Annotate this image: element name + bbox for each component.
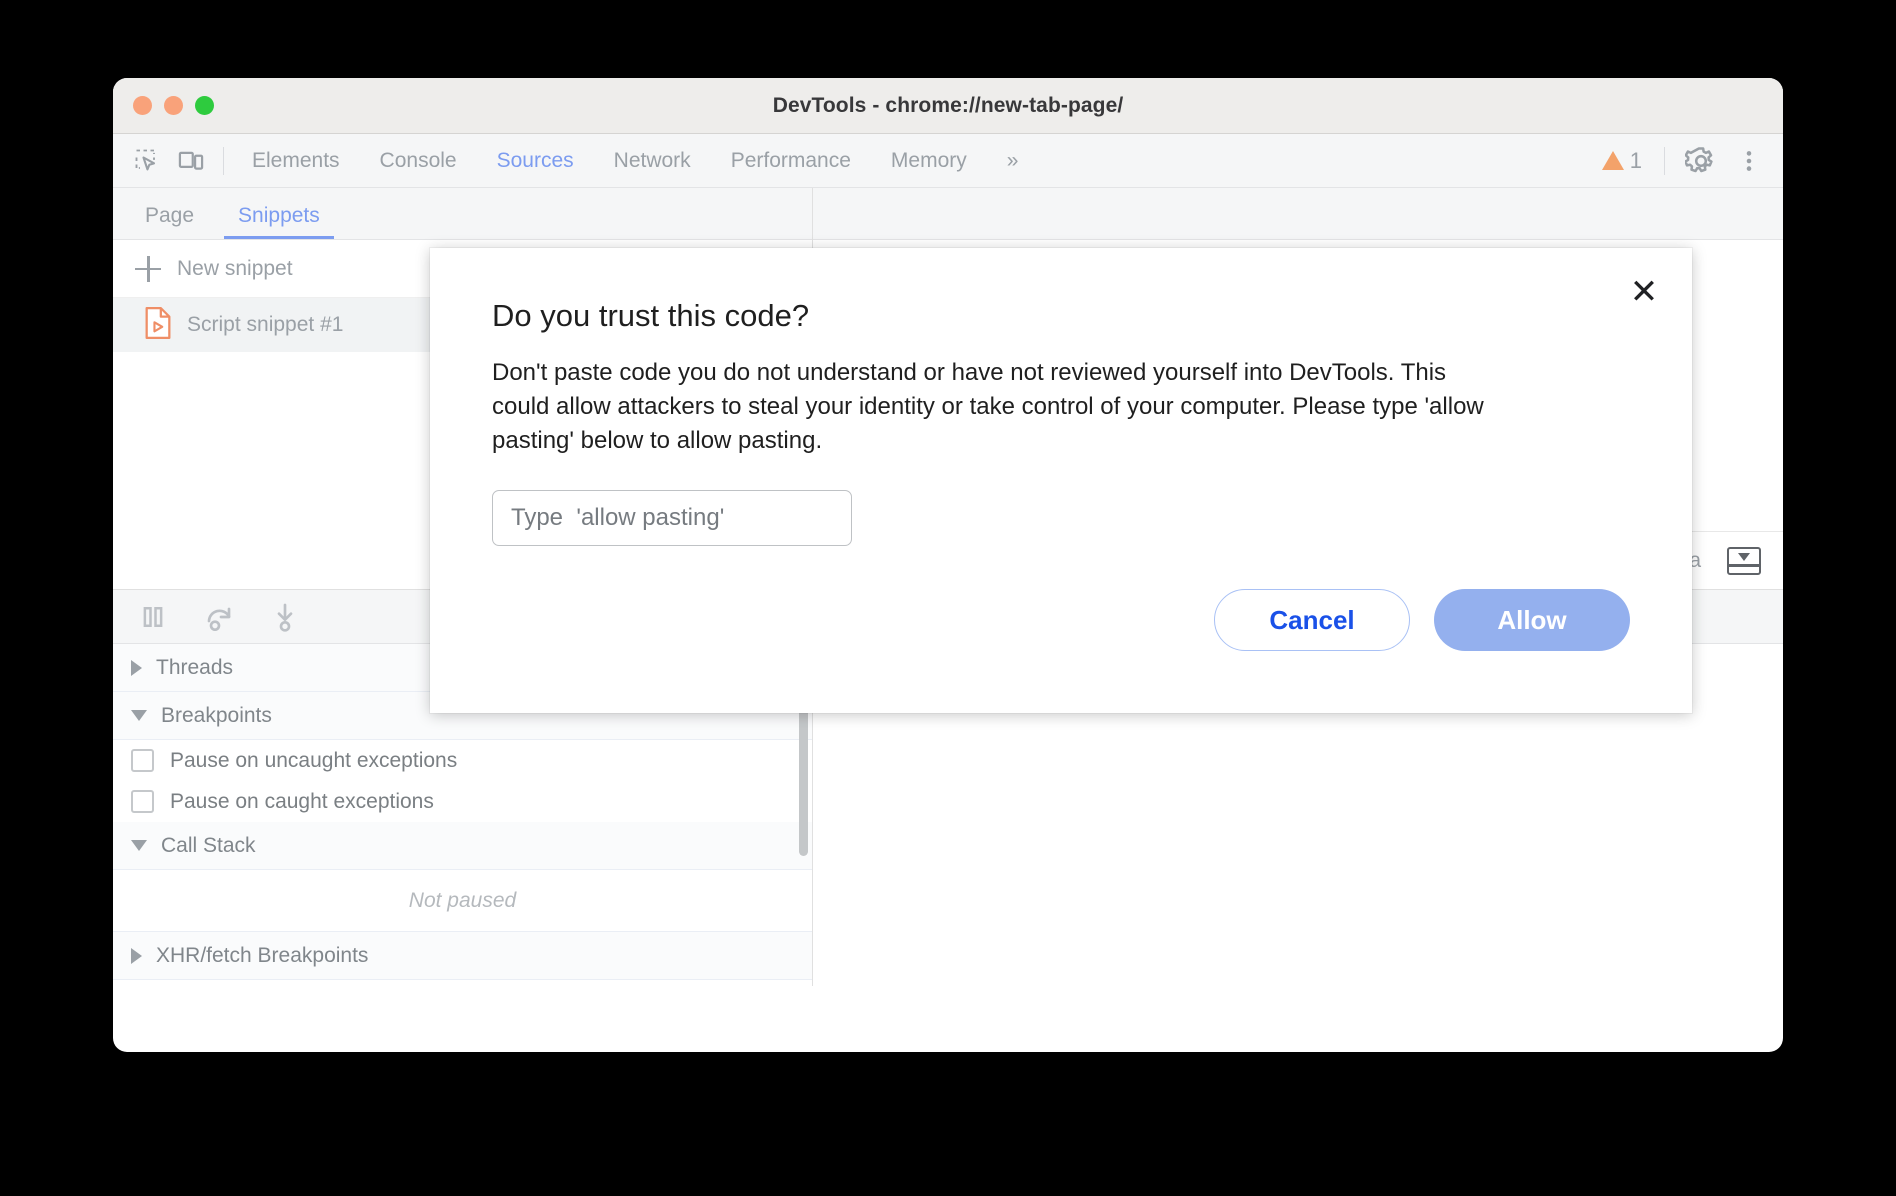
cancel-button[interactable]: Cancel	[1214, 589, 1410, 651]
tab-elements[interactable]: Elements	[234, 143, 358, 179]
pause-on-caught-exceptions-checkbox[interactable]	[131, 790, 154, 813]
show-drawer-icon[interactable]	[1727, 546, 1761, 575]
issue-count-label: 1	[1629, 147, 1642, 173]
navigator-tab-list: Page Snippets	[113, 188, 812, 240]
pause-on-caught-exceptions-row[interactable]: Pause on caught exceptions	[113, 781, 812, 822]
trust-code-dialog: ✕ Do you trust this code? Don't paste co…	[430, 248, 1692, 713]
dialog-message: Don't paste code you do not understand o…	[492, 359, 1484, 455]
pause-on-uncaught-exceptions-row[interactable]: Pause on uncaught exceptions	[113, 740, 812, 781]
panel-tab-list: Elements Console Sources Network Perform…	[234, 143, 1036, 179]
window-titlebar: DevTools - chrome://new-tab-page/	[113, 78, 1783, 134]
pause-icon[interactable]	[131, 598, 175, 636]
pause-on-uncaught-exceptions-label: Pause on uncaught exceptions	[170, 748, 458, 772]
call-stack-empty-message: Not paused	[113, 870, 812, 932]
pause-on-uncaught-exceptions-checkbox[interactable]	[131, 749, 154, 772]
nav-tab-page[interactable]: Page	[123, 204, 216, 239]
chevron-down-icon	[131, 710, 147, 721]
tab-memory[interactable]: Memory	[873, 143, 985, 179]
tab-performance[interactable]: Performance	[713, 143, 869, 179]
step-into-icon[interactable]	[263, 598, 307, 636]
section-breakpoints-label: Breakpoints	[161, 703, 272, 727]
editor-tab-strip	[813, 188, 1783, 240]
devtools-main-toolbar: Elements Console Sources Network Perform…	[113, 134, 1783, 188]
chevron-right-icon	[131, 947, 142, 964]
plus-icon	[135, 255, 161, 282]
minimize-window-button[interactable]	[164, 96, 183, 115]
dialog-action-buttons: Cancel Allow	[1214, 589, 1630, 651]
traffic-light-buttons	[133, 96, 214, 115]
allow-button[interactable]: Allow	[1434, 589, 1630, 651]
warning-triangle-icon	[1601, 151, 1624, 170]
pause-on-caught-exceptions-label: Pause on caught exceptions	[170, 789, 434, 813]
inspect-element-icon[interactable]	[125, 141, 169, 181]
nav-tab-snippets[interactable]: Snippets	[216, 204, 342, 239]
dialog-title: Do you trust this code?	[492, 298, 810, 333]
step-over-icon[interactable]	[197, 598, 241, 636]
section-threads-label: Threads	[156, 655, 234, 679]
toolbar-divider	[223, 146, 224, 175]
toolbar-right-actions: 1	[1594, 141, 1771, 181]
section-call-stack-label: Call Stack	[161, 833, 256, 857]
tab-more-panels[interactable]: »	[989, 143, 1037, 179]
gear-icon[interactable]	[1679, 141, 1723, 181]
script-snippet-icon	[143, 306, 173, 345]
close-icon[interactable]: ✕	[1622, 270, 1666, 314]
tab-sources[interactable]: Sources	[479, 143, 592, 179]
kebab-menu-icon[interactable]	[1727, 141, 1771, 181]
zoom-window-button[interactable]	[195, 96, 214, 115]
issues-counter[interactable]: 1	[1594, 148, 1650, 174]
device-toolbar-icon[interactable]	[169, 141, 213, 181]
allow-pasting-input[interactable]	[492, 490, 852, 547]
section-xhr-fetch-breakpoints-label: XHR/fetch Breakpoints	[156, 943, 369, 967]
tab-console[interactable]: Console	[362, 143, 475, 179]
section-xhr-fetch-breakpoints[interactable]: XHR/fetch Breakpoints	[113, 932, 812, 980]
devtools-window: DevTools - chrome://new-tab-page/ Elemen…	[113, 78, 1783, 1052]
snippet-item-label: Script snippet #1	[187, 313, 344, 336]
toolbar-divider-right	[1664, 146, 1665, 175]
window-title: DevTools - chrome://new-tab-page/	[772, 93, 1124, 117]
section-call-stack[interactable]: Call Stack	[113, 822, 812, 870]
tab-network[interactable]: Network	[596, 143, 709, 179]
chevron-down-icon	[131, 840, 147, 851]
close-window-button[interactable]	[133, 96, 152, 115]
new-snippet-label: New snippet	[177, 256, 293, 280]
chevron-right-icon	[131, 659, 142, 676]
